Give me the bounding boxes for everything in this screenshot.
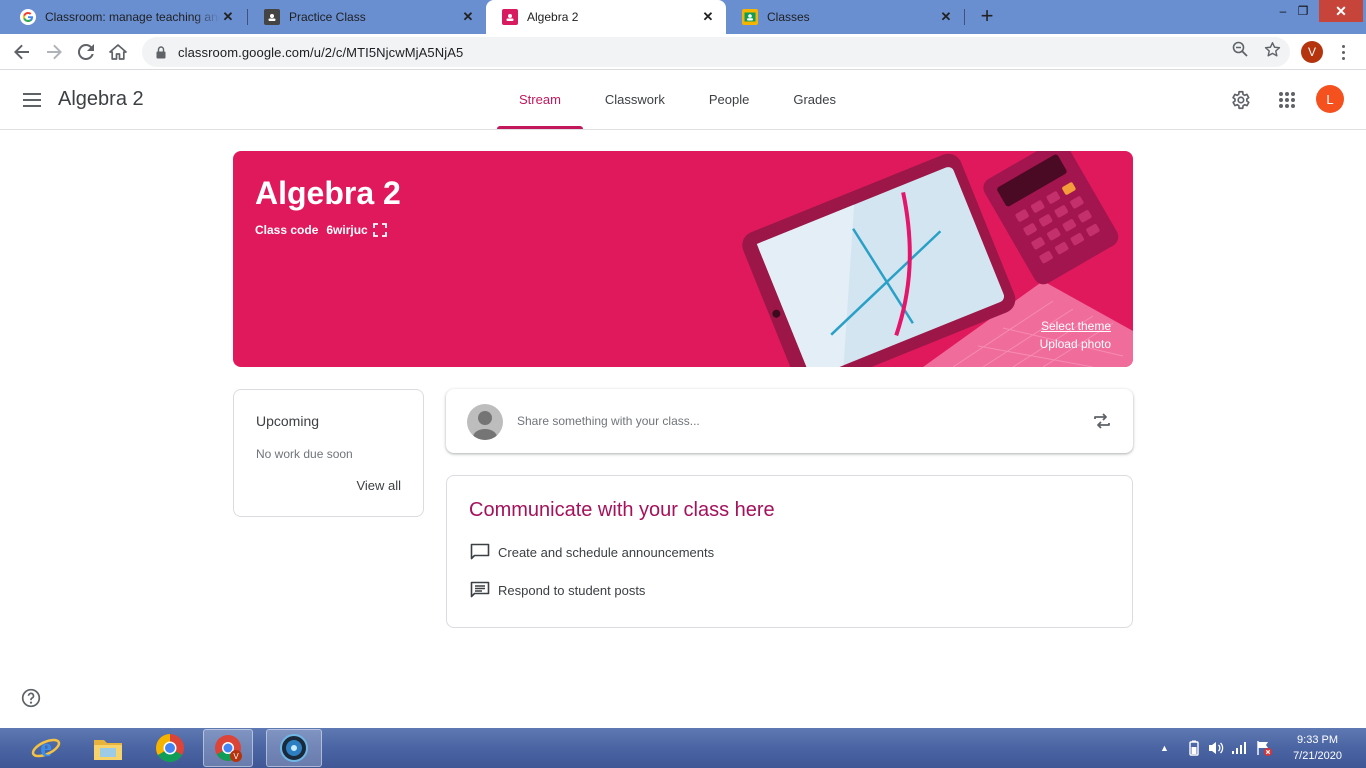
communicate-item: Create and schedule announcements — [469, 541, 714, 563]
network-signal-icon[interactable] — [1231, 741, 1249, 755]
upcoming-title: Upcoming — [256, 413, 320, 429]
apps-grid-icon[interactable] — [1275, 88, 1299, 112]
internet-explorer-icon[interactable]: e — [18, 729, 74, 767]
address-bar[interactable]: classroom.google.com/u/2/c/MTI5NjcwMjA5N… — [142, 37, 1290, 67]
communicate-card: Communicate with your class here Create … — [446, 475, 1133, 628]
restore-window-button[interactable]: ❐ — [1283, 0, 1323, 22]
close-tab-icon[interactable]: ✕ — [220, 9, 236, 25]
action-center-flag-icon[interactable] — [1255, 740, 1273, 756]
close-window-button[interactable]: ✕ — [1319, 0, 1363, 22]
share-box[interactable]: Share something with your class... — [446, 389, 1133, 453]
tab-stream[interactable]: Stream — [497, 70, 583, 129]
svg-text:e: e — [40, 733, 52, 762]
browser-tab-classes[interactable]: Classes ✕ — [726, 0, 964, 34]
battery-icon[interactable] — [1187, 740, 1201, 756]
classroom-header: Algebra 2 Stream Classwork People Grades… — [0, 70, 1366, 130]
browser-tab-practice-class[interactable]: Practice Class ✕ — [248, 0, 486, 34]
class-tabs: Stream Classwork People Grades — [497, 70, 858, 129]
url-text: classroom.google.com/u/2/c/MTI5NjcwMjA5N… — [178, 44, 464, 60]
windows-taskbar: e V ▲ 9:33 PM 7/21/2020 — [0, 728, 1366, 768]
back-icon[interactable] — [10, 40, 34, 64]
svg-text:V: V — [233, 752, 239, 761]
google-g-icon — [20, 9, 36, 25]
lock-icon[interactable] — [154, 45, 168, 59]
tab-title: Classes — [767, 10, 810, 24]
home-icon[interactable] — [106, 40, 130, 64]
tab-grades[interactable]: Grades — [771, 70, 858, 129]
zoom-icon[interactable] — [1229, 38, 1251, 60]
reload-icon[interactable] — [74, 40, 98, 64]
browser-tab-classroom-home[interactable]: Classroom: manage teaching and learning … — [4, 0, 246, 34]
tab-people[interactable]: People — [687, 70, 771, 129]
close-tab-icon[interactable]: ✕ — [460, 9, 476, 25]
new-tab-button[interactable]: + — [976, 5, 998, 28]
settings-gear-icon[interactable] — [1228, 88, 1252, 112]
help-icon[interactable] — [21, 688, 41, 708]
select-theme-link[interactable]: Select theme — [1041, 319, 1111, 333]
account-avatar[interactable]: L — [1316, 85, 1344, 113]
browser-tab-algebra-2[interactable]: Algebra 2 ✕ — [486, 0, 726, 34]
file-explorer-icon[interactable] — [80, 729, 136, 767]
communicate-title: Communicate with your class here — [469, 499, 775, 521]
system-clock[interactable]: 9:33 PM 7/21/2020 — [1293, 732, 1342, 764]
communicate-item-label: Create and schedule announcements — [498, 544, 715, 560]
communicate-item-label: Respond to student posts — [498, 582, 646, 598]
upcoming-card: Upcoming No work due soon View all — [233, 389, 424, 517]
classroom-icon — [264, 9, 280, 25]
share-placeholder[interactable]: Share something with your class... — [517, 414, 700, 428]
browser-toolbar: classroom.google.com/u/2/c/MTI5NjcwMjA5N… — [0, 34, 1366, 70]
volume-icon[interactable] — [1207, 740, 1225, 756]
class-code: Class code 6wirjuc — [255, 223, 387, 237]
bookmark-star-icon[interactable] — [1261, 38, 1283, 60]
announcement-icon — [469, 541, 491, 563]
close-tab-icon[interactable]: ✕ — [700, 9, 716, 25]
class-banner: Algebra 2 Class code 6wirjuc Select them… — [233, 151, 1133, 367]
view-all-button[interactable]: View all — [356, 478, 401, 493]
main-menu-icon[interactable] — [20, 88, 44, 112]
system-tray: ▲ — [1160, 728, 1273, 768]
browser-menu-icon[interactable] — [1336, 41, 1350, 63]
tab-divider — [964, 9, 965, 25]
repost-icon[interactable] — [1091, 410, 1113, 432]
tab-classwork[interactable]: Classwork — [583, 70, 687, 129]
browser-tab-strip: Classroom: manage teaching and learning … — [0, 0, 1366, 34]
tab-title: Classroom: manage teaching and learning — [45, 10, 220, 24]
communicate-item: Respond to student posts — [469, 579, 645, 601]
clock-date: 7/21/2020 — [1293, 750, 1342, 762]
browser-profile-avatar[interactable]: V — [1301, 41, 1323, 63]
upload-photo-link[interactable]: Upload photo — [1040, 337, 1111, 351]
close-tab-icon[interactable]: ✕ — [938, 9, 954, 25]
comment-icon — [469, 579, 491, 601]
class-code-value: 6wirjuc — [326, 223, 368, 237]
class-code-label: Class code — [255, 223, 319, 237]
tab-title: Practice Class — [289, 10, 366, 24]
forward-icon[interactable] — [42, 40, 66, 64]
classroom-icon — [742, 9, 758, 25]
banner-class-title: Algebra 2 — [255, 175, 401, 211]
clock-time: 9:33 PM — [1297, 734, 1339, 746]
media-app-icon[interactable] — [266, 729, 322, 767]
chrome-icon[interactable] — [142, 729, 198, 767]
fullscreen-icon[interactable] — [372, 223, 387, 237]
tab-title: Algebra 2 — [527, 10, 579, 24]
upcoming-empty-text: No work due soon — [256, 447, 353, 461]
chrome-profile-icon[interactable]: V — [203, 729, 253, 767]
classroom-icon — [502, 9, 518, 25]
user-avatar-icon — [467, 404, 503, 440]
show-hidden-icons-icon[interactable]: ▲ — [1160, 743, 1169, 753]
page-title[interactable]: Algebra 2 — [58, 88, 144, 111]
